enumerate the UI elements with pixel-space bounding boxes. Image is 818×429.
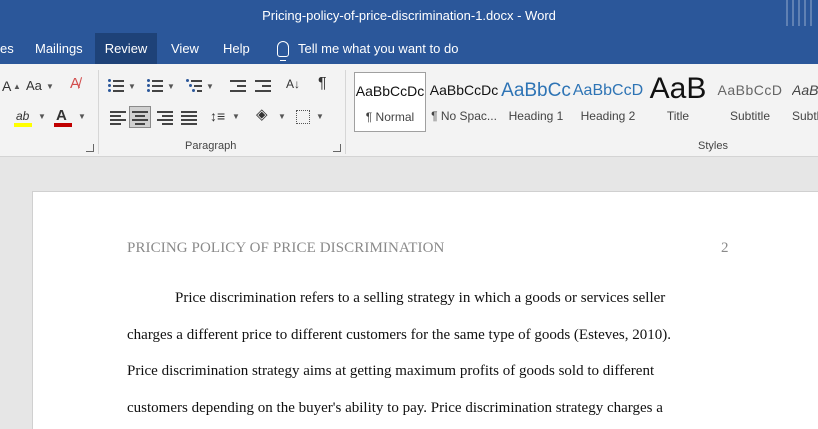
ribbon-tabs: es Mailings Review View Help Tell me wha… [0,33,818,64]
line-spacing-icon[interactable]: ↕≡ [210,108,225,124]
styles-group-label: Styles [698,140,728,152]
chevron-down-icon: ▼ [316,112,324,121]
style-sample: AaBbCc [501,80,571,101]
multilevel-list-icon[interactable] [186,79,202,93]
style-normal[interactable]: AaBbCcDc ¶ Normal [354,72,426,132]
chevron-down-icon: ▼ [278,112,286,121]
tab-help[interactable]: Help [223,33,250,64]
tell-me-box[interactable]: Tell me what you want to do [277,33,458,64]
style-sample: AaBbCcD [572,82,644,99]
tell-me-text: Tell me what you want to do [298,41,459,56]
clear-formatting-icon[interactable]: A̸ [70,76,80,92]
chevron-down-icon: ▼ [78,112,86,121]
style-sample: AaBbCcDc [355,83,425,99]
style-sample: AaBb [792,82,818,98]
paragraph-dialog-launcher-icon[interactable] [333,144,341,152]
font-size-down-icon[interactable]: A [2,78,11,94]
borders-icon[interactable] [296,110,310,124]
style-sample: AaBbCcD [717,82,783,98]
style-name: Subtl [792,109,818,123]
body-line[interactable]: customers depending on the buyer's abili… [127,400,663,417]
shading-icon[interactable]: ◈ [256,107,268,123]
increase-indent-icon[interactable] [255,80,271,93]
style-no-spacing[interactable]: AaBbCcDc ¶ No Spac... [428,72,500,132]
tab-review[interactable]: Review [95,33,157,64]
style-name: Heading 1 [508,109,564,123]
ribbon: A ▲ Aa ▼ A̸ ab ▼ A ▼ ▼ ▼ ▼ A↓ ¶ ↕≡ ▼ ◈ ▼ [0,64,818,157]
chevron-down-icon: ▼ [206,82,214,91]
body-line[interactable]: Price discrimination strategy aims at ge… [127,363,654,380]
style-name: Title [666,109,690,123]
align-center-icon[interactable] [132,111,148,125]
style-heading-1[interactable]: AaBbCc Heading 1 [500,72,572,132]
body-line[interactable]: charges a different price to different c… [127,327,671,344]
chevron-down-icon: ▼ [46,82,54,91]
document-page[interactable] [32,191,818,429]
body-line[interactable]: Price discrimination refers to a selling… [175,290,665,307]
style-name: ¶ Normal [365,110,415,124]
sort-icon[interactable]: A↓ [286,76,300,92]
font-dialog-launcher-icon[interactable] [86,144,94,152]
numbering-icon[interactable] [147,79,163,93]
tab-view[interactable]: View [171,33,199,64]
style-sample: AaBbCcDc [429,82,499,98]
decrease-indent-icon[interactable] [230,80,246,93]
page-number: 2 [721,240,729,256]
tab-mailings[interactable]: Mailings [35,33,83,64]
style-title[interactable]: AaB Title [642,72,714,132]
style-name: ¶ No Spac... [431,109,497,123]
style-heading-2[interactable]: AaBbCcD Heading 2 [572,72,644,132]
style-subtitle[interactable]: AaBbCcD Subtitle [714,72,786,132]
bullets-icon[interactable] [108,79,124,93]
group-separator [345,70,346,154]
highlight-color-bar [14,123,32,127]
style-name: Subtitle [729,109,771,123]
chevron-down-icon: ▼ [167,82,175,91]
lightbulb-icon [277,40,289,61]
font-color-bar [54,123,72,127]
page-header: PRICING POLICY OF PRICE DISCRIMINATION [127,240,445,256]
highlight-icon[interactable]: ab [16,108,29,124]
chevron-down-icon: ▲ [13,82,21,91]
chevron-down-icon: ▼ [38,112,46,121]
align-right-icon[interactable] [157,111,173,125]
align-left-icon[interactable] [110,111,126,125]
window-title: Pricing-policy-of-price-discrimination-1… [262,8,556,23]
font-color-icon[interactable]: A [56,108,67,124]
tab-references-partial[interactable]: es [0,33,14,64]
title-bar: Pricing-policy-of-price-discrimination-1… [0,0,818,33]
change-case-icon[interactable]: Aa [26,78,42,94]
chevron-down-icon: ▼ [128,82,136,91]
title-bar-decoration [786,0,812,26]
group-separator [98,70,99,154]
style-subtle-emphasis[interactable]: AaBb Subtl [786,72,818,132]
chevron-down-icon: ▼ [232,112,240,121]
style-sample: AaB [649,72,707,105]
style-name: Heading 2 [580,109,636,123]
justify-icon[interactable] [181,111,197,125]
show-formatting-icon[interactable]: ¶ [318,76,327,92]
paragraph-group-label: Paragraph [185,140,237,152]
